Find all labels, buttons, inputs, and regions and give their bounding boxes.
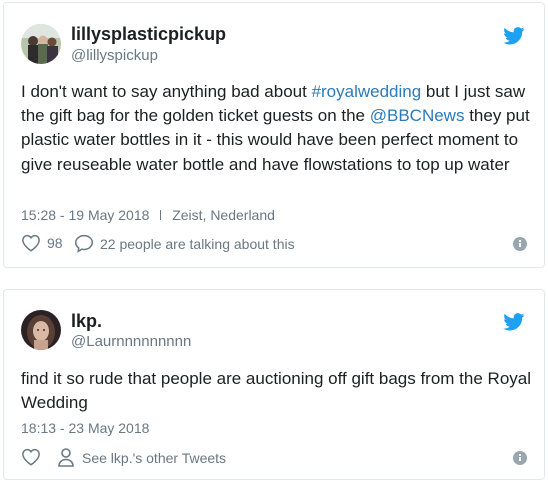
like-count: 98 (47, 235, 63, 251)
tweet-text-segment: I don't want to say anything bad about (21, 82, 312, 101)
heart-icon (22, 234, 40, 252)
timestamp[interactable]: 18:13 - 23 May 2018 (21, 420, 149, 436)
tweet-meta: 18:13 - 23 May 2018 (21, 420, 149, 436)
talking-label: 22 people are talking about this (100, 235, 295, 252)
tweet-meta: 15:28 - 19 May 2018 Zeist, Nederland (21, 207, 275, 223)
hashtag-link[interactable]: #royalwedding (312, 82, 422, 101)
mention-link[interactable]: @BBCNews (370, 106, 465, 125)
other-tweets-link[interactable]: See lkp.'s other Tweets (58, 448, 226, 467)
twitter-bird-icon[interactable] (503, 27, 525, 45)
tweet-card[interactable]: lillysplasticpickup @lillyspickup I don'… (3, 2, 545, 268)
heart-icon (22, 448, 40, 466)
tweet-actions: 98 22 people are talking about this (21, 234, 527, 256)
avatar[interactable] (21, 310, 61, 350)
reply-bubble-icon (74, 234, 94, 253)
person-icon (58, 448, 74, 467)
location[interactable]: Zeist, Nederland (172, 207, 275, 223)
tweet-text: find it so rude that people are auctioni… (21, 367, 533, 415)
tweet-text-segment: find it so rude that people are auctioni… (21, 369, 531, 413)
tweet-actions: See lkp.'s other Tweets (21, 448, 527, 470)
avatar[interactable] (21, 24, 61, 64)
location-pin-icon (158, 208, 163, 220)
display-name[interactable]: lkp. (71, 311, 102, 332)
timestamp[interactable]: 15:28 - 19 May 2018 (21, 207, 149, 223)
tweet-text: I don't want to say anything bad about #… (21, 80, 533, 177)
info-icon[interactable] (513, 237, 527, 251)
user-handle[interactable]: @Laurnnnnnnnnn (71, 333, 191, 350)
user-handle[interactable]: @lillyspickup (71, 47, 158, 64)
other-tweets-label: See lkp.'s other Tweets (82, 449, 227, 466)
display-name[interactable]: lillysplasticpickup (71, 24, 226, 45)
info-icon[interactable] (513, 451, 527, 465)
tweet-card[interactable]: lkp. @Laurnnnnnnnnn find it so rude that… (3, 289, 545, 480)
twitter-bird-icon[interactable] (503, 313, 525, 331)
like-button[interactable]: 98 (21, 234, 63, 252)
like-button[interactable] (21, 448, 41, 466)
talking-link[interactable]: 22 people are talking about this (74, 234, 295, 253)
